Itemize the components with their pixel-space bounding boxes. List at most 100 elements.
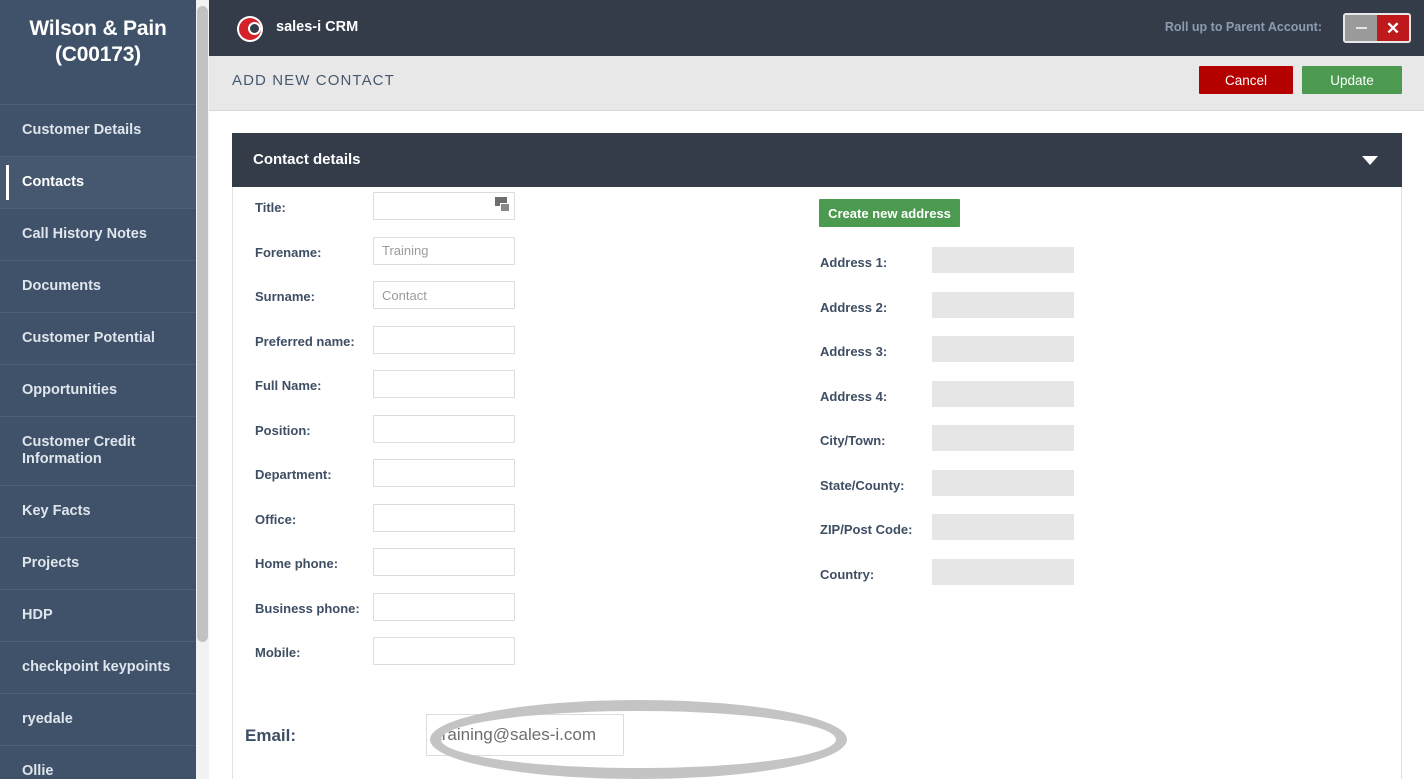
sidebar-item-label: Contacts xyxy=(22,174,85,190)
sidebar-item-checkpoint-keypoints[interactable]: checkpoint keypoints xyxy=(0,641,196,693)
email-input[interactable] xyxy=(426,714,624,756)
input-zip-post-code xyxy=(932,514,1074,540)
field-label: Preferred name: xyxy=(255,333,355,349)
sales-i-logo-icon xyxy=(237,16,263,42)
sidebar-item-ryedale[interactable]: ryedale xyxy=(0,693,196,745)
field-label: Surname: xyxy=(255,289,315,304)
field-label: Office: xyxy=(255,511,297,527)
sidebar-item-opportunities[interactable]: Opportunities xyxy=(0,364,196,416)
sidebar: Wilson & Pain (C00173) Customer Details C… xyxy=(0,0,196,779)
sidebar-scrollbar-thumb[interactable] xyxy=(197,6,208,642)
close-icon[interactable]: ✕ xyxy=(1377,15,1409,41)
input-mobile[interactable] xyxy=(373,637,515,665)
input-surname[interactable] xyxy=(373,281,515,309)
sidebar-item-documents[interactable]: Documents xyxy=(0,260,196,312)
field-label: Home phone: xyxy=(255,556,339,571)
address-field-label: City/Town: xyxy=(820,433,886,448)
address-row: Country: xyxy=(811,555,1371,600)
field-label: Department: xyxy=(255,467,332,482)
input-full-name[interactable] xyxy=(373,370,515,398)
field-label: Mobile: xyxy=(255,645,301,660)
contact-details-panel-header[interactable]: Contact details xyxy=(232,133,1402,187)
cancel-button[interactable]: Cancel xyxy=(1199,66,1293,94)
toolbar-actions: Cancel Update xyxy=(1199,66,1402,94)
sidebar-item-label: Call History Notes xyxy=(22,226,147,242)
sidebar-item-label: Key Facts xyxy=(22,503,91,519)
address-field-label: Address 2: xyxy=(820,299,888,315)
sidebar-item-contacts[interactable]: Contacts xyxy=(0,156,196,208)
sidebar-nav: Customer Details Contacts Call History Not… xyxy=(0,104,196,779)
page-title: ADD NEW CONTACT xyxy=(232,72,395,89)
address-rows: Address 1: Address 2: Address 3: Address 4:… xyxy=(811,243,1371,599)
input-home-phone[interactable] xyxy=(373,548,515,576)
create-new-address-button[interactable]: Create new address xyxy=(819,199,960,227)
field-label: Forename: xyxy=(255,244,322,260)
input-department[interactable] xyxy=(373,459,515,487)
address-field-label: State/County: xyxy=(820,477,905,493)
input-business-phone[interactable] xyxy=(373,592,515,621)
app-root: Wilson & Pain (C00173) Customer Details C… xyxy=(0,0,1424,779)
address-field-label: Address 3: xyxy=(820,344,888,359)
sidebar-item-label: Projects xyxy=(22,555,80,571)
address-field-label: Address 4: xyxy=(820,388,888,404)
field-row: Department: xyxy=(233,454,803,499)
field-label: Title: xyxy=(255,200,286,215)
input-address-2 xyxy=(932,291,1074,318)
sidebar-item-key-facts[interactable]: Key Facts xyxy=(0,485,196,537)
address-row: City/Town: xyxy=(811,421,1371,466)
update-button[interactable]: Update xyxy=(1302,66,1402,94)
input-position[interactable] xyxy=(373,414,515,443)
input-title[interactable] xyxy=(373,192,515,220)
address-row: ZIP/Post Code: xyxy=(811,510,1371,555)
input-address-1 xyxy=(932,247,1074,273)
crm-window: sales-i CRM Roll up to Parent Account: ✕… xyxy=(209,0,1424,779)
minimize-icon[interactable] xyxy=(1345,15,1377,41)
contact-details-panel: Contact details Title: Forename: Surname: P… xyxy=(232,133,1402,779)
field-label: Business phone: xyxy=(255,600,360,616)
panel-title: Contact details xyxy=(253,151,361,168)
input-country xyxy=(932,558,1074,585)
email-field-row: Email: xyxy=(232,714,652,762)
page-toolbar: ADD NEW CONTACT Cancel Update xyxy=(209,56,1424,111)
sidebar-item-customer-credit-information[interactable]: Customer Credit Information xyxy=(0,416,196,485)
address-row: State/County: xyxy=(811,466,1371,511)
sidebar-item-label: checkpoint keypoints xyxy=(22,659,171,675)
sidebar-item-label: ryedale xyxy=(22,711,73,727)
sidebar-item-label: Ollie xyxy=(22,763,54,779)
field-row: Office: xyxy=(233,499,803,544)
sidebar-item-projects[interactable]: Projects xyxy=(0,537,196,589)
sidebar-item-hdp[interactable]: HDP xyxy=(0,589,196,641)
sidebar-item-customer-potential[interactable]: Customer Potential xyxy=(0,312,196,364)
field-row: Position: xyxy=(233,410,803,455)
account-title: Wilson & Pain (C00173) xyxy=(29,17,167,66)
input-address-4 xyxy=(932,380,1074,407)
sidebar-item-ollie[interactable]: Ollie xyxy=(0,745,196,779)
contact-fields-column: Title: Forename: Surname: Preferred name: Fu… xyxy=(233,187,803,677)
address-row: Address 4: xyxy=(811,377,1371,422)
sidebar-item-label: Documents xyxy=(22,278,101,294)
chevron-down-icon[interactable] xyxy=(1362,156,1378,165)
field-row: Business phone: xyxy=(233,588,803,633)
rollup-to-parent-account-label: Roll up to Parent Account: xyxy=(1164,20,1322,34)
address-field-label: ZIP/Post Code: xyxy=(820,522,913,537)
sidebar-item-customer-details[interactable]: Customer Details xyxy=(0,104,196,156)
input-city-town xyxy=(932,425,1074,451)
sidebar-item-label: Customer Credit Information xyxy=(22,434,136,467)
field-row: Mobile: xyxy=(233,632,803,677)
window-titlebar: sales-i CRM Roll up to Parent Account: ✕ xyxy=(209,0,1424,56)
field-label: Full Name: xyxy=(255,378,322,393)
input-preferred-name[interactable] xyxy=(373,325,515,354)
sidebar-item-label: Customer Potential xyxy=(22,330,155,346)
field-row: Full Name: xyxy=(233,365,803,410)
content-area: Contact details Title: Forename: Surname: P… xyxy=(209,111,1424,779)
field-row: Home phone: xyxy=(233,543,803,588)
address-row: Address 3: xyxy=(811,332,1371,377)
title-picker-icon[interactable] xyxy=(495,197,511,213)
field-row: Surname: xyxy=(233,276,803,321)
sidebar-item-call-history-notes[interactable]: Call History Notes xyxy=(0,208,196,260)
input-forename[interactable] xyxy=(373,236,515,265)
app-title: sales-i CRM xyxy=(276,19,359,35)
input-office[interactable] xyxy=(373,503,515,532)
input-state-county xyxy=(932,469,1074,496)
input-address-3 xyxy=(932,336,1074,362)
